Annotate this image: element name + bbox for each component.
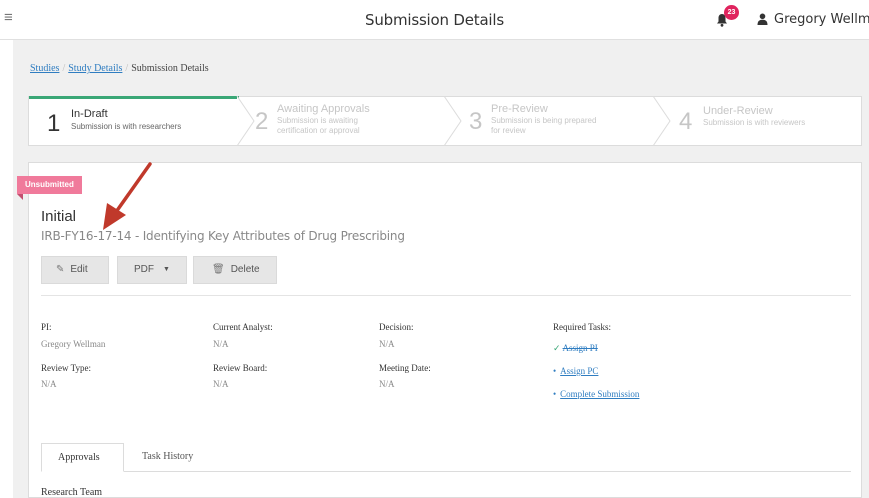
task-complete-submission: • Complete Submission bbox=[553, 389, 639, 399]
review-type-value: N/A bbox=[41, 379, 57, 389]
submission-progress-steps: 1 In-Draft Submission is with researcher… bbox=[28, 96, 862, 146]
step-divider-chevron bbox=[236, 96, 255, 146]
edit-button[interactable]: ✎ Edit bbox=[41, 256, 109, 284]
step-title: In-Draft bbox=[71, 108, 108, 120]
task-assign-pi: ✓ Assign PI bbox=[553, 343, 598, 354]
step-title: Pre-Review bbox=[491, 103, 548, 115]
pi-value: Gregory Wellman bbox=[41, 339, 106, 349]
research-team-heading: Research Team bbox=[41, 487, 103, 498]
task-assign-pc: • Assign PC bbox=[553, 366, 598, 376]
bullet-icon: • bbox=[553, 389, 557, 399]
pencil-icon: ✎ bbox=[56, 264, 65, 275]
breadcrumb-link-study-details[interactable]: Study Details bbox=[68, 63, 122, 74]
review-type-label: Review Type: bbox=[41, 363, 91, 373]
step-pre-review: 3 Pre-Review Submission is being prepare… bbox=[469, 97, 659, 145]
step-title: Under-Review bbox=[703, 105, 773, 117]
step-in-draft: 1 In-Draft Submission is with researcher… bbox=[29, 96, 239, 146]
bullet-icon: • bbox=[553, 366, 557, 376]
breadcrumb-link-studies[interactable]: Studies bbox=[30, 63, 59, 74]
pdf-dropdown-button[interactable]: PDF ▼ bbox=[117, 256, 187, 284]
caret-down-icon: ▼ bbox=[163, 266, 170, 273]
task-link-complete-submission[interactable]: Complete Submission bbox=[560, 389, 639, 399]
breadcrumb: Studies / Study Details / Submission Details bbox=[30, 63, 209, 74]
review-board-label: Review Board: bbox=[213, 363, 268, 373]
user-icon bbox=[757, 13, 768, 25]
task-link-assign-pc[interactable]: Assign PC bbox=[560, 366, 598, 376]
step-number: 4 bbox=[679, 108, 693, 135]
step-divider-chevron bbox=[443, 96, 462, 146]
status-badge: Unsubmitted bbox=[17, 176, 82, 194]
step-description-line2: certification or approval bbox=[277, 126, 360, 135]
decision-label: Decision: bbox=[379, 322, 414, 332]
checkmark-icon: ✓ bbox=[553, 343, 561, 353]
step-description: Submission is awaiting bbox=[277, 116, 358, 125]
tab-task-history[interactable]: Task History bbox=[126, 443, 209, 472]
edit-button-label: Edit bbox=[70, 264, 88, 275]
breadcrumb-separator: / bbox=[125, 63, 129, 74]
decision-value: N/A bbox=[379, 339, 395, 349]
task-link-assign-pi[interactable]: Assign PI bbox=[563, 343, 598, 353]
meeting-date-value: N/A bbox=[379, 379, 395, 389]
step-divider-chevron bbox=[652, 96, 671, 146]
step-number: 2 bbox=[255, 108, 269, 135]
step-description-line2: for review bbox=[491, 126, 526, 135]
delete-button-label: Delete bbox=[230, 264, 260, 275]
step-under-review: 4 Under-Review Submission is with review… bbox=[679, 97, 859, 145]
step-description: Submission is with researchers bbox=[71, 122, 182, 131]
user-name[interactable]: Gregory Wellman bbox=[774, 12, 869, 27]
notification-count-badge[interactable]: 23 bbox=[724, 5, 739, 20]
step-number: 1 bbox=[47, 110, 61, 137]
pi-label: PI: bbox=[41, 322, 52, 332]
step-number: 3 bbox=[469, 108, 483, 135]
trash-icon: 🗑 bbox=[212, 264, 225, 275]
required-tasks-label: Required Tasks: bbox=[553, 322, 611, 332]
tab-approvals[interactable]: Approvals bbox=[41, 443, 124, 472]
top-bar: ≡ Submission Details 23 Gregory Wellman bbox=[0, 0, 869, 40]
step-description: Submission is being prepared bbox=[491, 116, 597, 125]
step-description: Submission is with reviewers bbox=[703, 118, 806, 127]
delete-button[interactable]: 🗑 Delete bbox=[193, 256, 277, 284]
breadcrumb-separator: / bbox=[62, 63, 66, 74]
meeting-date-label: Meeting Date: bbox=[379, 363, 431, 373]
badge-ribbon-fold bbox=[17, 194, 23, 200]
section-divider bbox=[41, 295, 851, 296]
submission-identifier: IRB-FY16-17-14 - Identifying Key Attribu… bbox=[41, 229, 405, 243]
main-content: Studies / Study Details / Submission Details… bbox=[13, 40, 869, 498]
breadcrumb-current: Submission Details bbox=[131, 63, 209, 74]
submission-type: Initial bbox=[41, 208, 77, 225]
current-analyst-label: Current Analyst: bbox=[213, 322, 273, 332]
review-board-value: N/A bbox=[213, 379, 229, 389]
step-awaiting-approvals: 2 Awaiting Approvals Submission is await… bbox=[255, 97, 445, 145]
submission-card: Unsubmitted Initial IRB-FY16-17-14 - Ide… bbox=[17, 162, 862, 498]
current-analyst-value: N/A bbox=[213, 339, 229, 349]
pdf-button-label: PDF bbox=[134, 264, 154, 275]
step-title: Awaiting Approvals bbox=[277, 103, 370, 115]
